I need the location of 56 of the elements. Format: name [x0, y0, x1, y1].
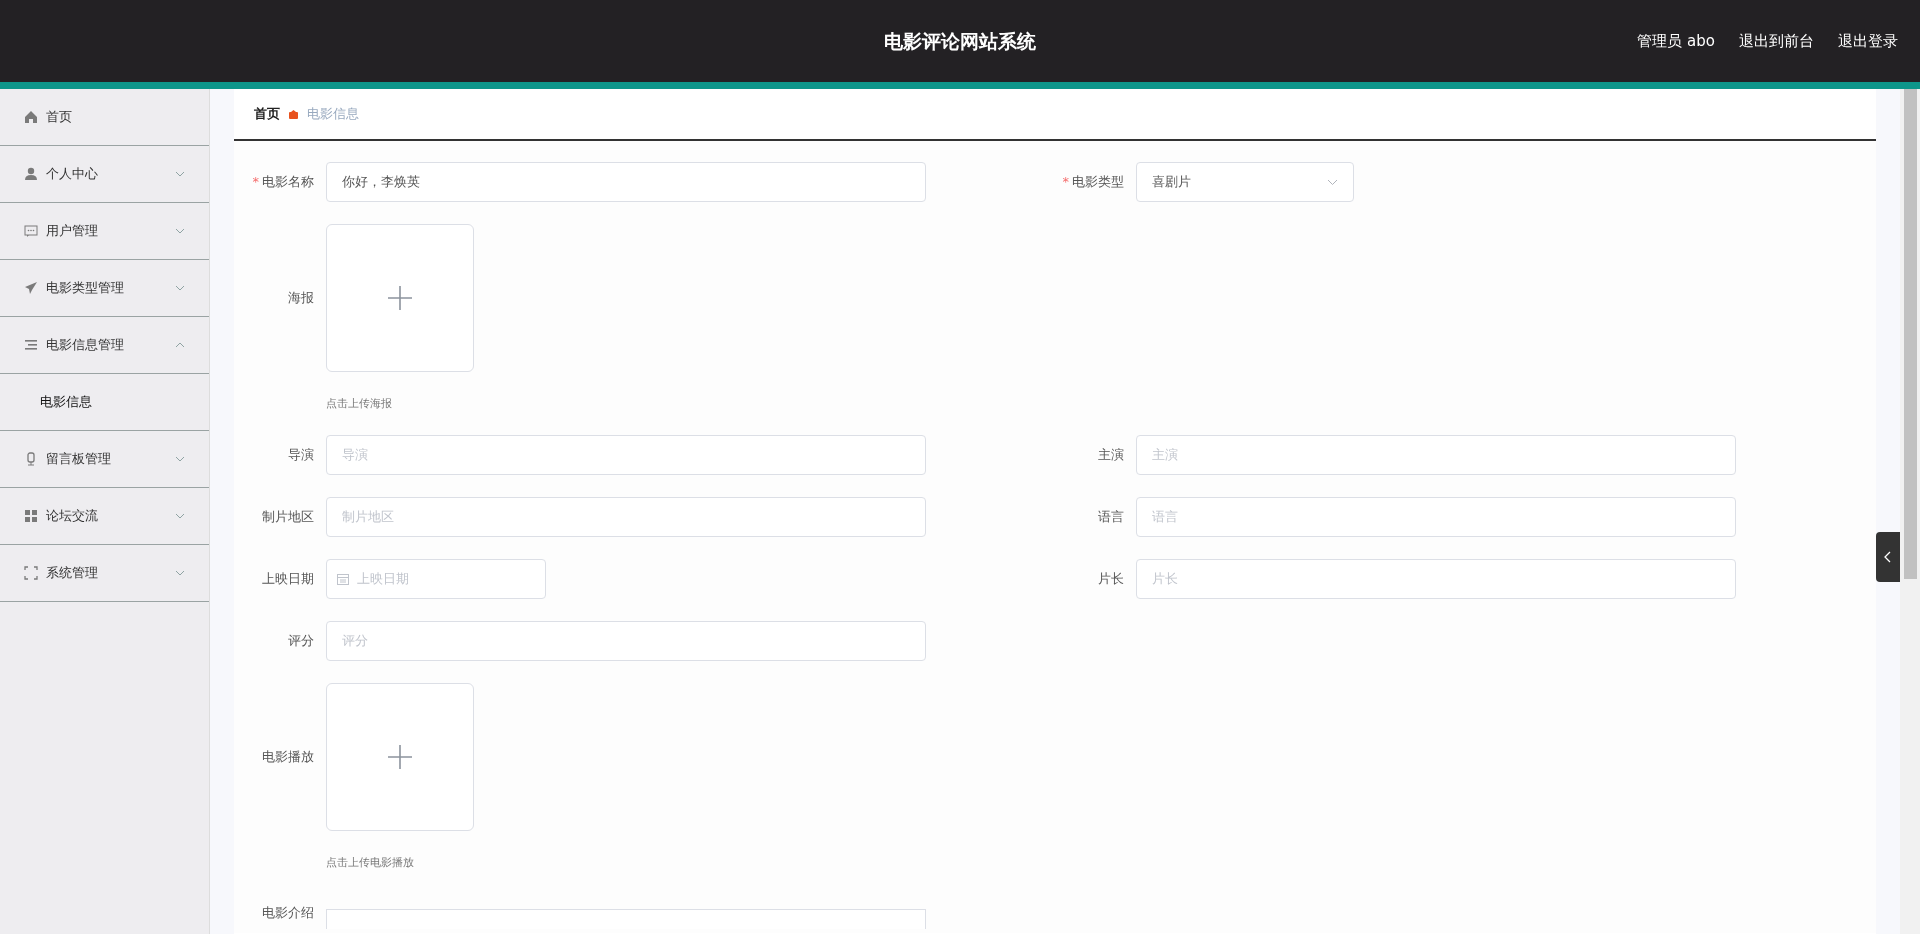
field-label: * 电影名称: [251, 173, 315, 191]
sidebar-item[interactable]: 电影类型管理: [0, 260, 209, 317]
paper-plane-icon: [24, 281, 38, 295]
field-label: 主演: [1097, 445, 1125, 464]
sidebar-item[interactable]: 论坛交流: [0, 488, 209, 545]
microphone-icon: [24, 452, 38, 466]
chat-bubble-icon: [24, 224, 38, 238]
grid-icon: [24, 509, 38, 523]
person-icon: [24, 167, 38, 181]
breadcrumb-separator-icon: [288, 108, 299, 120]
header-link[interactable]: 退出到前台: [1739, 30, 1814, 53]
upload-box[interactable]: [326, 682, 474, 831]
date-field[interactable]: 上映日期: [326, 558, 546, 599]
field-label: 语言: [1097, 507, 1125, 526]
input-field[interactable]: 你好，李焕英: [326, 162, 926, 202]
sidebar-subitem[interactable]: 电影信息: [0, 374, 209, 431]
field-label: 导演: [287, 445, 315, 464]
header-link[interactable]: 退出登录: [1838, 30, 1898, 53]
chevron-left-icon: [1884, 551, 1892, 563]
scrollbar[interactable]: [1900, 89, 1920, 934]
input-field[interactable]: 语言: [1136, 496, 1736, 537]
sidebar-item[interactable]: 系统管理: [0, 545, 209, 602]
rich-text-editor[interactable]: [326, 909, 926, 929]
input-field[interactable]: 制片地区: [326, 496, 926, 537]
input-field[interactable]: 片长: [1136, 558, 1736, 599]
user-menu-link[interactable]: 管理员 abo: [1637, 30, 1715, 53]
list-icon: [24, 338, 38, 352]
sidebar-item[interactable]: 用户管理: [0, 203, 209, 260]
plus-icon: [387, 743, 413, 770]
select-field[interactable]: 喜剧片: [1136, 162, 1354, 202]
sidebar-item[interactable]: 个人中心: [0, 146, 209, 203]
frame-icon: [24, 566, 38, 580]
field-label: 海报: [287, 289, 315, 307]
chevron-down-icon: [1327, 178, 1338, 186]
breadcrumb-link[interactable]: 首页: [254, 104, 280, 124]
field-label: 电影播放: [261, 747, 315, 766]
calendar-icon: [337, 572, 349, 585]
input-field[interactable]: 评分: [326, 620, 926, 661]
collapse-toggle-button[interactable]: [1876, 532, 1900, 582]
app-title: 电影评论网站系统: [884, 28, 1036, 54]
upload-hint: 点击上传海报: [326, 396, 393, 412]
field-label: 电影介绍: [261, 904, 315, 922]
field-label: 制片地区: [261, 507, 315, 526]
field-label: 上映日期: [261, 569, 315, 588]
sidebar-item[interactable]: 首页: [0, 89, 209, 146]
field-label: * 电影类型: [1061, 173, 1125, 191]
field-label: 片长: [1097, 569, 1125, 588]
sidebar-item[interactable]: 留言板管理: [0, 431, 209, 488]
scrollbar-thumb[interactable]: [1903, 89, 1917, 579]
sidebar-item[interactable]: 电影信息管理: [0, 317, 209, 374]
field-label: 评分: [287, 631, 315, 650]
upload-hint: 点击上传电影播放: [326, 854, 415, 871]
breadcrumb-current: 电影信息: [307, 105, 359, 124]
home-icon: [24, 110, 38, 124]
upload-box[interactable]: [326, 224, 474, 372]
plus-icon: [387, 285, 413, 311]
